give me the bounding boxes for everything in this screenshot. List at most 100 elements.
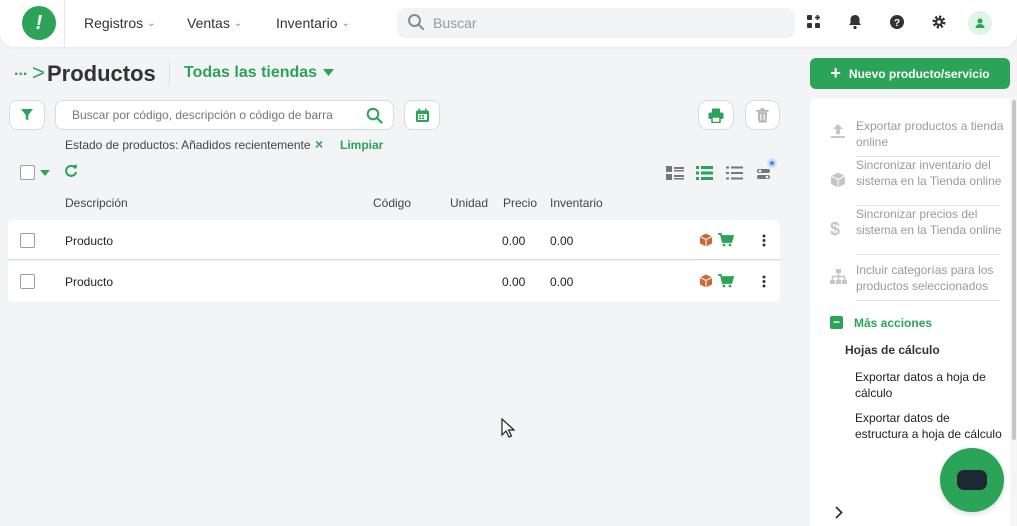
list-view-icon[interactable] bbox=[696, 166, 713, 180]
breadcrumb-ellipsis[interactable]: ... bbox=[14, 62, 27, 80]
nav-registros[interactable]: Registros ⌄ bbox=[84, 15, 156, 31]
nav-label: Registros bbox=[84, 15, 144, 31]
chevron-down-icon: ⌄ bbox=[147, 17, 156, 29]
action-label: Exportar productos a tienda online bbox=[856, 119, 1004, 149]
row-checkbox[interactable] bbox=[20, 274, 35, 289]
cart-icon bbox=[718, 274, 734, 288]
table-row[interactable]: Producto 0.00 0.00 bbox=[8, 261, 780, 302]
refresh-icon[interactable] bbox=[64, 164, 78, 178]
product-search[interactable] bbox=[55, 100, 394, 130]
nav-inventario[interactable]: Inventario ⌄ bbox=[276, 15, 350, 31]
title-divider bbox=[169, 62, 170, 86]
row-inventory: 0.00 bbox=[550, 275, 574, 289]
trash-icon bbox=[756, 107, 769, 122]
logo-glyph: ! bbox=[35, 11, 43, 34]
select-all-checkbox[interactable] bbox=[20, 165, 35, 180]
product-search-input[interactable] bbox=[72, 108, 362, 122]
remove-filter-icon[interactable]: × bbox=[315, 136, 323, 152]
spreadsheet-section-title: Hojas de cálculo bbox=[845, 343, 940, 357]
column-header-unit[interactable]: Unidad bbox=[450, 196, 488, 210]
top-bar: ! Registros ⌄ Ventas ⌄ Inventario ⌄ ? bbox=[0, 0, 1017, 47]
new-product-label: Nuevo producto/servicio bbox=[848, 66, 990, 81]
box-icon bbox=[699, 233, 713, 247]
actions-scrollbar[interactable] bbox=[1010, 98, 1017, 526]
mouse-cursor-icon bbox=[501, 418, 515, 438]
table-row[interactable]: Producto 0.00 0.00 bbox=[8, 220, 780, 260]
global-search[interactable] bbox=[397, 8, 795, 38]
nav-label: Ventas bbox=[187, 15, 230, 31]
action-label: Sincronizar inventario del sistema en la… bbox=[856, 158, 1002, 188]
more-actions-label: Más acciones bbox=[854, 316, 933, 330]
global-search-input[interactable] bbox=[433, 15, 773, 31]
calendar-button[interactable] bbox=[404, 100, 440, 130]
help-icon[interactable]: ? bbox=[888, 13, 906, 31]
export-structure-link[interactable]: Exportar datos de estructura a hoja de c… bbox=[855, 410, 1005, 446]
clear-filters-link[interactable]: Limpiar bbox=[340, 138, 383, 152]
sync-inventory-action[interactable]: Sincronizar inventario del sistema en la… bbox=[810, 157, 1001, 205]
gear-icon[interactable] bbox=[930, 13, 948, 31]
row-description: Producto bbox=[65, 275, 114, 289]
row-description: Producto bbox=[65, 234, 114, 248]
chat-icon bbox=[957, 470, 987, 490]
user-avatar[interactable] bbox=[968, 11, 992, 35]
nav-ventas[interactable]: Ventas ⌄ bbox=[187, 15, 242, 31]
action-divider bbox=[856, 254, 1000, 255]
more-actions-toggle[interactable]: − Más acciones bbox=[810, 316, 1000, 336]
row-price: 0.00 bbox=[502, 275, 526, 289]
nav-label: Inventario bbox=[276, 15, 338, 31]
export-online-action[interactable]: Exportar productos a tienda online bbox=[810, 118, 1003, 154]
row-inventory: 0.00 bbox=[550, 234, 574, 248]
delete-button[interactable] bbox=[745, 100, 780, 130]
upload-icon bbox=[831, 124, 845, 138]
bell-icon[interactable] bbox=[846, 13, 864, 31]
breadcrumb-arrow-icon: > bbox=[32, 60, 45, 85]
more-options-icon[interactable] bbox=[762, 234, 766, 247]
calendar-icon bbox=[415, 108, 429, 122]
collapse-icon: − bbox=[830, 316, 843, 329]
svg-text:?: ? bbox=[894, 18, 900, 29]
box-icon bbox=[699, 274, 713, 288]
more-options-icon[interactable] bbox=[762, 275, 766, 288]
hierarchy-icon bbox=[830, 269, 847, 284]
card-view-icon[interactable] bbox=[666, 166, 684, 180]
active-filter-label: Estado de productos: Añadidos recienteme… bbox=[65, 138, 311, 152]
export-spreadsheet-link[interactable]: Exportar datos a hoja de cálculo bbox=[855, 369, 1005, 401]
search-icon[interactable] bbox=[366, 107, 383, 127]
app-logo[interactable]: ! bbox=[22, 6, 56, 40]
box-icon bbox=[830, 172, 846, 188]
column-header-price[interactable]: Precio bbox=[503, 196, 537, 210]
plus-icon: + bbox=[830, 63, 841, 83]
select-dropdown-icon[interactable] bbox=[40, 170, 50, 177]
print-button[interactable] bbox=[698, 100, 734, 130]
scrollbar-thumb[interactable] bbox=[1012, 100, 1016, 440]
action-label: Incluir categorías para los productos se… bbox=[856, 263, 994, 293]
user-icon bbox=[975, 18, 985, 28]
column-header-code[interactable]: Código bbox=[373, 196, 411, 210]
filter-button[interactable] bbox=[9, 100, 45, 130]
action-label: Sincronizar precios del sistema en la Ti… bbox=[856, 207, 1002, 237]
column-header-description[interactable]: Descripción bbox=[65, 196, 128, 210]
chevron-right-icon[interactable] bbox=[835, 506, 843, 519]
sync-prices-action[interactable]: $ Sincronizar precios del sistema en la … bbox=[810, 206, 1001, 254]
row-price: 0.00 bbox=[502, 234, 526, 248]
compact-list-icon[interactable] bbox=[726, 166, 743, 180]
chevron-down-icon: ⌄ bbox=[233, 17, 243, 29]
chevron-down-icon: ⌄ bbox=[341, 17, 350, 29]
row-checkbox[interactable] bbox=[20, 233, 35, 248]
printer-icon bbox=[708, 108, 724, 123]
dollar-icon: $ bbox=[830, 219, 841, 239]
column-settings-icon[interactable] bbox=[756, 157, 780, 181]
action-divider bbox=[856, 300, 1000, 301]
cart-icon bbox=[718, 233, 734, 247]
apps-icon[interactable] bbox=[805, 13, 823, 31]
store-selector[interactable]: Todas las tiendas bbox=[184, 64, 335, 82]
chat-button[interactable] bbox=[940, 448, 1004, 512]
logo-divider bbox=[64, 0, 65, 47]
search-icon bbox=[407, 13, 425, 34]
page-title: Productos bbox=[47, 61, 156, 86]
store-selector-label: Todas las tiendas bbox=[184, 64, 318, 81]
filter-icon bbox=[21, 109, 33, 121]
include-categories-action[interactable]: Incluir categorías para los productos se… bbox=[810, 262, 1000, 298]
column-header-inventory[interactable]: Inventario bbox=[550, 196, 603, 210]
new-product-button[interactable]: + Nuevo producto/servicio bbox=[810, 58, 1010, 89]
